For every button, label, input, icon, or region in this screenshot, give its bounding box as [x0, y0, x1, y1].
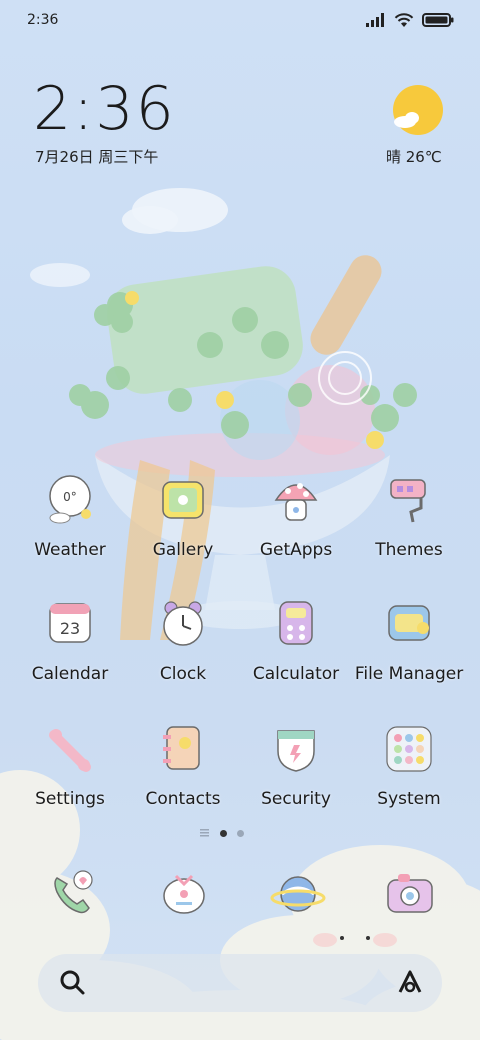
assistant-icon[interactable]: [394, 966, 426, 998]
app-label: Settings: [35, 789, 105, 809]
app-label: Weather: [34, 540, 106, 560]
app-gallery[interactable]: Gallery: [127, 474, 239, 560]
paintbrush-icon: [390, 479, 426, 523]
menu-lines-icon[interactable]: [200, 829, 210, 837]
calculator-icon: [279, 601, 313, 645]
app-themes[interactable]: Themes: [353, 474, 465, 560]
alarm-clock-icon: [163, 601, 203, 646]
shield-icon: [277, 730, 315, 772]
app-label: Calendar: [31, 664, 109, 684]
page-indicator[interactable]: [200, 829, 244, 837]
sunny-weather-icon[interactable]: [392, 84, 444, 136]
search-bar[interactable]: [38, 954, 442, 1012]
app-security[interactable]: Security: [240, 723, 352, 809]
page-dot-current[interactable]: [220, 829, 227, 837]
contacts-book-icon: [163, 726, 200, 770]
app-label: File Manager: [354, 664, 464, 684]
app-label: GetApps: [259, 540, 333, 560]
calendar-icon: 23: [49, 603, 91, 643]
battery-icon: [422, 13, 454, 27]
app-label: Themes: [375, 540, 443, 560]
messages-icon[interactable]: [156, 866, 212, 922]
app-calculator[interactable]: Calculator: [240, 598, 352, 684]
app-label: Security: [261, 789, 331, 809]
phone-icon[interactable]: [43, 866, 99, 922]
planet-browser-icon[interactable]: [270, 866, 326, 922]
signal-icon: [366, 13, 384, 27]
app-contacts[interactable]: Contacts: [127, 723, 239, 809]
app-getapps[interactable]: GetApps: [240, 474, 352, 560]
status-time: 2:36: [27, 12, 59, 28]
wrench-icon: [49, 729, 91, 772]
weather-widget-text[interactable]: 晴 26℃: [386, 146, 442, 167]
page-dot[interactable]: [237, 829, 244, 837]
weather-app-icon: 0°: [49, 475, 91, 524]
app-label: Calculator: [252, 664, 340, 684]
app-settings[interactable]: Settings: [14, 723, 126, 809]
calendar-icon-date: 23: [60, 619, 80, 638]
wifi-icon: [394, 13, 414, 27]
status-icons: [366, 12, 454, 28]
search-icon[interactable]: [58, 968, 86, 996]
camera-icon[interactable]: [382, 866, 438, 922]
gallery-app-icon: [162, 481, 204, 519]
app-clock[interactable]: Clock: [127, 598, 239, 684]
clock-widget-date[interactable]: 7月26日 周三下午: [35, 146, 158, 167]
app-calendar[interactable]: 23 Calendar: [14, 598, 126, 684]
clock-widget-time[interactable]: 2:36: [33, 74, 176, 144]
mushroom-store-icon: [274, 483, 318, 521]
app-weather[interactable]: 0° Weather: [14, 474, 126, 560]
app-label: Contacts: [145, 789, 221, 809]
folder-icon: [388, 605, 430, 641]
app-file-manager[interactable]: File Manager: [353, 598, 465, 684]
app-folder-icon: [386, 726, 432, 772]
app-label: Gallery: [152, 540, 214, 560]
app-label: System: [377, 789, 441, 809]
app-system-folder[interactable]: System: [353, 723, 465, 809]
app-label: Clock: [159, 664, 207, 684]
weather-app-icon-text: 0°: [63, 490, 77, 504]
